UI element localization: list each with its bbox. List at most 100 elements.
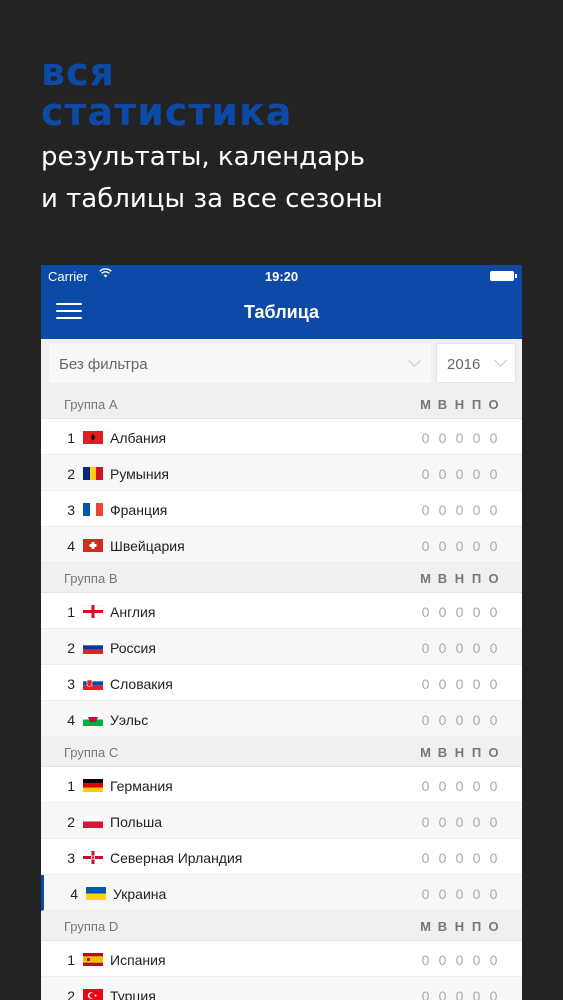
team-row[interactable]: 3 Словакия 0 0 0 0 0 [41, 665, 522, 701]
stat-value: 0 [455, 538, 464, 554]
team-stats: 00000 [417, 814, 502, 830]
chevron-down-icon [408, 354, 421, 367]
stat-value: 0 [489, 952, 498, 968]
stat-column-header: М [420, 571, 431, 586]
team-row[interactable]: 3 Северная Ирландия 0 0 0 0 0 [41, 839, 522, 875]
filter-dropdown-value: Без фильтра [59, 356, 148, 373]
turkey-flag-icon [83, 989, 103, 1000]
germany-flag-icon [83, 779, 103, 792]
filter-dropdown[interactable]: Без фильтра [49, 343, 431, 383]
stat-column-header: О [488, 919, 499, 934]
stat-value: 0 [472, 430, 481, 446]
team-row[interactable]: 2 Турция 0 0 0 0 0 [41, 977, 522, 1000]
stat-value: 0 [438, 676, 447, 692]
stat-column-header: П [471, 397, 482, 412]
battery-icon [490, 271, 517, 281]
poland-flag-icon [83, 815, 103, 828]
team-stats: 00000 [417, 538, 502, 554]
stat-value: 0 [438, 538, 447, 554]
team-row[interactable]: 2 Россия 0 0 0 0 0 [41, 629, 522, 665]
team-position: 3 [67, 850, 75, 866]
wales-flag-icon [83, 713, 103, 726]
team-stats: 00000 [417, 502, 502, 518]
stat-column-header: О [488, 745, 499, 760]
team-position: 2 [67, 640, 75, 656]
team-name: Польша [110, 814, 163, 830]
group-name: Группа C [64, 745, 119, 760]
group-header: Группа D МВНПО [41, 911, 522, 941]
stat-value: 0 [438, 466, 447, 482]
stat-value: 0 [421, 502, 430, 518]
team-position: 3 [67, 676, 75, 692]
england-flag-icon [83, 605, 103, 618]
team-name: Албания [110, 430, 167, 446]
stat-value: 0 [455, 604, 464, 620]
team-row[interactable]: 1 Испания 0 0 0 0 0 [41, 941, 522, 977]
season-dropdown[interactable]: 2016 [436, 343, 516, 383]
stat-value: 0 [438, 604, 447, 620]
team-row[interactable]: 4 Швейцария 0 0 0 0 0 [41, 527, 522, 563]
romania-flag-icon [83, 467, 103, 480]
stat-value: 0 [489, 778, 498, 794]
team-position: 4 [67, 712, 75, 728]
stat-value: 0 [455, 814, 464, 830]
promo-block: вся статистика результаты, календарь и т… [41, 52, 383, 216]
stat-value: 0 [472, 778, 481, 794]
stat-column-header: М [420, 745, 431, 760]
stat-value: 0 [455, 676, 464, 692]
stat-value: 0 [472, 952, 481, 968]
stat-column-header: Н [454, 571, 465, 586]
team-name: Уэльс [110, 712, 149, 728]
stat-value: 0 [421, 850, 430, 866]
team-position: 1 [67, 604, 75, 620]
russia-flag-icon [83, 641, 103, 654]
team-row[interactable]: 3 Франция 0 0 0 0 0 [41, 491, 522, 527]
stat-column-headers: МВНПО [417, 397, 502, 412]
stat-value: 0 [489, 850, 498, 866]
stat-value: 0 [455, 778, 464, 794]
team-row[interactable]: 1 Албания 0 0 0 0 0 [41, 419, 522, 455]
stat-value: 0 [455, 886, 464, 902]
team-name: Англия [110, 604, 156, 620]
stat-value: 0 [472, 712, 481, 728]
team-row[interactable]: 1 Англия 0 0 0 0 0 [41, 593, 522, 629]
stat-value: 0 [421, 814, 430, 830]
stat-value: 0 [489, 502, 498, 518]
team-row[interactable]: 4 Украина 0 0 0 0 0 [41, 875, 522, 911]
northern-ireland-flag-icon [83, 851, 103, 864]
standings-table: Группа A М В Н П О 1 Албания 0 0 0 0 0 2 Румыния 0 0 0 0 0 3… [41, 389, 522, 1000]
stat-value: 0 [421, 640, 430, 656]
stat-column-header: Н [454, 745, 465, 760]
stat-value: 0 [489, 988, 498, 1000]
team-stats: 00000 [417, 886, 502, 902]
team-name: Швейцария [110, 538, 185, 554]
team-row[interactable]: 2 Румыния 0 0 0 0 0 [41, 455, 522, 491]
group-name: Группа D [64, 919, 119, 934]
team-row[interactable]: 4 Уэльс 0 0 0 0 0 [41, 701, 522, 737]
stat-value: 0 [438, 502, 447, 518]
group-name: Группа B [64, 571, 118, 586]
stat-value: 0 [489, 466, 498, 482]
team-stats: 00000 [417, 850, 502, 866]
team-stats: 00000 [417, 430, 502, 446]
stat-value: 0 [472, 502, 481, 518]
team-name: Румыния [110, 466, 170, 482]
stat-value: 0 [438, 640, 447, 656]
stat-column-headers: МВНПО [417, 571, 502, 586]
team-row[interactable]: 2 Польша 0 0 0 0 0 [41, 803, 522, 839]
team-stats: 00000 [417, 952, 502, 968]
stat-value: 0 [438, 712, 447, 728]
stat-column-headers: МВНПО [417, 919, 502, 934]
team-row[interactable]: 1 Германия 0 0 0 0 0 [41, 767, 522, 803]
page-title: Таблица [243, 302, 320, 322]
stat-value: 0 [438, 814, 447, 830]
stat-value: 0 [421, 538, 430, 554]
france-flag-icon [83, 503, 103, 516]
stat-column-headers: МВНПО [417, 745, 502, 760]
stat-value: 0 [421, 886, 430, 902]
stat-value: 0 [472, 640, 481, 656]
stat-value: 0 [421, 778, 430, 794]
stat-value: 0 [438, 988, 447, 1000]
stat-value: 0 [472, 886, 481, 902]
team-stats: 00000 [417, 712, 502, 728]
